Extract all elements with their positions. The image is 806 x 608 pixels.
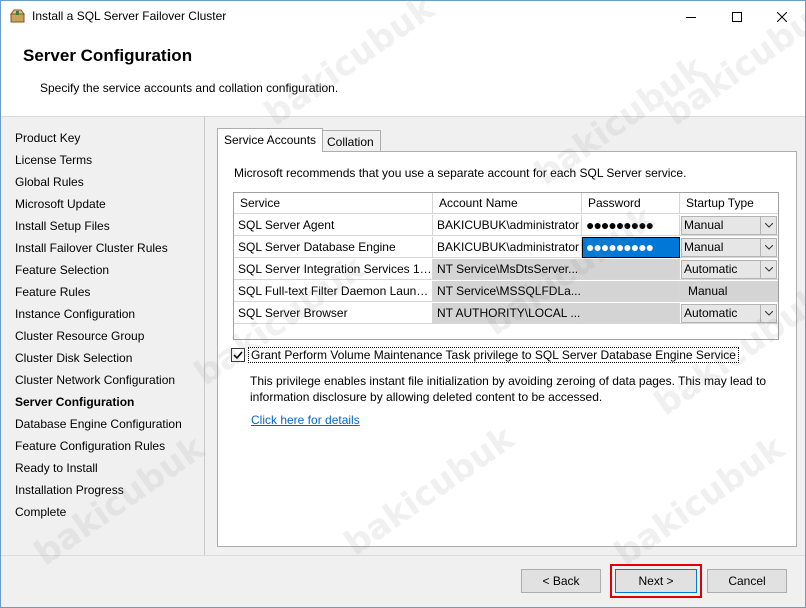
column-header-account-name[interactable]: Account Name: [433, 193, 582, 214]
account-name-cell: NT AUTHORITY\LOCAL ...: [433, 303, 582, 324]
service-name-cell: SQL Server Database Engine: [234, 237, 433, 258]
startup-type-combo[interactable]: Automatic: [681, 260, 777, 279]
checkmark-icon: [233, 351, 243, 360]
minimize-button[interactable]: [668, 1, 714, 32]
startup-type-cell: Manual: [680, 237, 778, 258]
service-name-cell: SQL Server Integration Services 13.0: [234, 259, 433, 280]
nav-step-complete[interactable]: Complete: [15, 503, 66, 521]
nav-step-global-rules[interactable]: Global Rules: [15, 173, 84, 191]
startup-type-value: Automatic: [684, 306, 738, 320]
service-name-cell: SQL Server Browser: [234, 303, 433, 324]
page-header: Server Configuration Specify the service…: [1, 32, 805, 117]
table-row: SQL Server Agent BAKICUBUK\administrator…: [234, 215, 778, 237]
nav-step-database-engine-configuration[interactable]: Database Engine Configuration: [15, 415, 182, 433]
nav-divider: [204, 117, 205, 555]
chevron-down-icon[interactable]: [760, 261, 776, 278]
privilege-info-text: This privilege enables instant file init…: [250, 374, 767, 404]
nav-step-install-failover-cluster-rules[interactable]: Install Failover Cluster Rules: [15, 239, 168, 257]
wizard-steps-nav: Product Key License Terms Global Rules M…: [1, 117, 204, 555]
page-title: Server Configuration: [23, 46, 193, 65]
details-link[interactable]: Click here for details: [251, 413, 360, 427]
back-button[interactable]: < Back: [521, 569, 601, 593]
chevron-down-icon[interactable]: [760, 239, 776, 256]
startup-type-cell: Manual: [680, 215, 778, 236]
minimize-icon: [686, 16, 696, 18]
column-header-password[interactable]: Password: [582, 193, 680, 214]
column-header-startup-type[interactable]: Startup Type: [680, 193, 778, 214]
account-name-cell[interactable]: BAKICUBUK\administrator: [433, 215, 582, 236]
next-button[interactable]: Next >: [615, 569, 697, 593]
nav-step-install-setup-files[interactable]: Install Setup Files: [15, 217, 110, 235]
startup-type-combo[interactable]: Automatic: [681, 304, 777, 323]
recommendation-text: Microsoft recommends that you use a sepa…: [234, 166, 687, 180]
nav-step-product-key[interactable]: Product Key: [15, 129, 80, 147]
service-name-cell: SQL Server Agent: [234, 215, 433, 236]
tab-collation[interactable]: Collation: [320, 130, 381, 151]
table-row: SQL Full-text Filter Daemon Launc... NT …: [234, 281, 778, 303]
close-window-button[interactable]: [759, 1, 805, 32]
startup-type-value: Manual: [684, 240, 724, 254]
nav-step-feature-configuration-rules[interactable]: Feature Configuration Rules: [15, 437, 165, 455]
nav-step-cluster-disk-selection[interactable]: Cluster Disk Selection: [15, 349, 132, 367]
close-icon: [777, 11, 787, 22]
maximize-icon: [732, 11, 742, 22]
startup-type-cell: Manual: [680, 281, 778, 302]
startup-type-combo[interactable]: Manual: [681, 238, 777, 257]
password-cell: [582, 281, 680, 302]
password-cell: [582, 259, 680, 280]
startup-type-cell: Automatic: [680, 259, 778, 280]
startup-type-cell: Automatic: [680, 303, 778, 324]
nav-step-cluster-resource-group[interactable]: Cluster Resource Group: [15, 327, 144, 345]
table-row: SQL Server Integration Services 13.0 NT …: [234, 259, 778, 281]
startup-type-combo[interactable]: Manual: [681, 216, 777, 235]
grant-privilege-checkbox[interactable]: [231, 348, 245, 362]
nav-step-feature-selection[interactable]: Feature Selection: [15, 261, 109, 279]
service-name-cell: SQL Full-text Filter Daemon Launc...: [234, 281, 433, 302]
nav-step-server-configuration[interactable]: Server Configuration: [15, 393, 134, 411]
cancel-button[interactable]: Cancel: [707, 569, 787, 593]
table-row: SQL Server Database Engine BAKICUBUK\adm…: [234, 237, 778, 259]
startup-type-value: Manual: [684, 218, 724, 232]
footer-divider: [1, 555, 805, 556]
table-row: SQL Server Browser NT AUTHORITY\LOCAL ..…: [234, 303, 778, 325]
column-header-service[interactable]: Service: [234, 193, 433, 214]
account-name-cell[interactable]: BAKICUBUK\administrator: [433, 237, 582, 258]
nav-step-feature-rules[interactable]: Feature Rules: [15, 283, 90, 301]
chevron-down-icon[interactable]: [760, 217, 776, 234]
password-cell: [582, 303, 680, 324]
startup-type-value: Automatic: [684, 262, 738, 276]
nav-step-instance-configuration[interactable]: Instance Configuration: [15, 305, 135, 323]
nav-step-cluster-network-configuration[interactable]: Cluster Network Configuration: [15, 371, 175, 389]
startup-type-value: Manual: [688, 284, 728, 298]
window-title: Install a SQL Server Failover Cluster: [32, 9, 227, 23]
account-name-cell: NT Service\MsDtsServer...: [433, 259, 582, 280]
service-accounts-grid: Service Account Name Password Startup Ty…: [233, 192, 779, 340]
nav-step-license-terms[interactable]: License Terms: [15, 151, 92, 169]
grant-privilege-label[interactable]: Grant Perform Volume Maintenance Task pr…: [248, 347, 739, 363]
nav-step-installation-progress[interactable]: Installation Progress: [15, 481, 124, 499]
nav-step-ready-to-install[interactable]: Ready to Install: [15, 459, 98, 477]
nav-step-microsoft-update[interactable]: Microsoft Update: [15, 195, 106, 213]
password-cell[interactable]: ●●●●●●●●●: [582, 237, 680, 258]
account-name-cell: NT Service\MSSQLFDLa...: [433, 281, 582, 302]
tab-service-accounts[interactable]: Service Accounts: [217, 128, 324, 152]
title-bar: Install a SQL Server Failover Cluster: [1, 1, 805, 32]
installer-window: Install a SQL Server Failover Cluster Se…: [0, 0, 806, 608]
page-subtitle: Specify the service accounts and collati…: [40, 81, 339, 95]
sql-setup-box-icon: [10, 9, 25, 23]
maximize-button[interactable]: [714, 1, 760, 32]
grid-header: Service Account Name Password Startup Ty…: [234, 193, 778, 215]
chevron-down-icon[interactable]: [760, 305, 776, 322]
password-cell[interactable]: ●●●●●●●●●: [582, 215, 680, 236]
